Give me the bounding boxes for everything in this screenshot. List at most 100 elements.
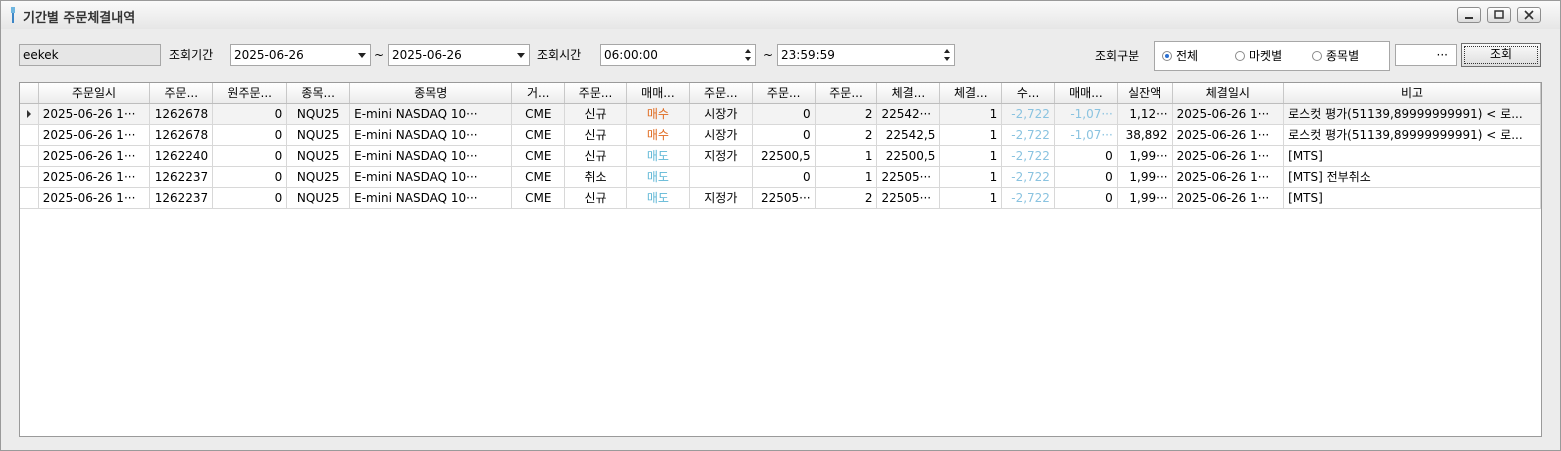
spin-up-icon[interactable] — [745, 49, 751, 53]
minimize-button[interactable] — [1457, 7, 1481, 23]
date-to-dropdown[interactable]: 2025-06-26 — [388, 44, 530, 66]
cell-fee: -2,722 — [1001, 124, 1055, 146]
table-row[interactable]: 2025-06-26 1··· 1262237 0 NQU25 E-mini N… — [20, 187, 1541, 209]
cell-order-no: 1262240 — [149, 145, 214, 167]
row-indicator — [20, 145, 39, 167]
time-to-spinner[interactable]: 23:59:59 — [777, 44, 955, 66]
chevron-down-icon — [358, 53, 366, 58]
cell-fill-qty: 1 — [939, 166, 1003, 188]
cell-fill-price: 22505··· — [876, 187, 941, 209]
cell-balance: 1,12··· — [1117, 103, 1173, 125]
cell-symbol-code: NQU25 — [286, 145, 351, 167]
table-row[interactable]: 2025-06-26 1··· 1262237 0 NQU25 E-mini N… — [20, 166, 1541, 188]
row-indicator — [20, 187, 39, 209]
table-row[interactable]: 2025-06-26 1··· 1262678 0 NQU25 E-mini N… — [20, 103, 1541, 125]
cell-symbol-name: E-mini NASDAQ 10··· — [349, 145, 513, 167]
cell-balance: 1,99··· — [1117, 166, 1173, 188]
cell-balance: 1,99··· — [1117, 145, 1173, 167]
window-title: 기간별 주문체결내역 — [23, 11, 136, 26]
order-execution-table[interactable]: 주문일시 주문... 원주문... 종목... 종목명 거... 주문... 매… — [19, 82, 1542, 437]
radio-all-label: 전체 — [1176, 49, 1199, 63]
cell-order-datetime: 2025-06-26 1··· — [38, 187, 151, 209]
cell-trade-pnl: 0 — [1054, 145, 1118, 167]
time-label: 조회시간 — [537, 48, 582, 62]
cell-order-datetime: 2025-06-26 1··· — [38, 145, 151, 167]
title-bar[interactable]: 기간별 주문체결내역 — [1, 1, 1560, 29]
time-from-spinner[interactable]: 06:00:00 — [600, 44, 756, 66]
column-header[interactable]: 주문일시 — [38, 83, 151, 104]
cell-side: 매도 — [626, 145, 690, 167]
maximize-button[interactable] — [1487, 7, 1511, 23]
column-header[interactable]: 종목명 — [349, 83, 513, 104]
cell-order-type: 신규 — [564, 187, 627, 209]
cell-fill-datetime: 2025-06-26 1··· — [1172, 145, 1285, 167]
spin-down-icon[interactable] — [944, 57, 950, 61]
cell-original-order-no: 0 — [212, 166, 288, 188]
column-header[interactable]: 주문... — [689, 83, 753, 104]
cell-fee: -2,722 — [1001, 145, 1055, 167]
cell-fill-price: 22500,5 — [876, 145, 941, 167]
cell-exchange: CME — [511, 145, 566, 167]
column-header[interactable]: 원주문... — [212, 83, 288, 104]
cell-order-price: 0 — [752, 124, 816, 146]
cell-fill-qty: 1 — [939, 145, 1003, 167]
cell-side: 매도 — [626, 187, 690, 209]
column-header[interactable]: 거... — [511, 83, 566, 104]
table-row[interactable]: 2025-06-26 1··· 1262678 0 NQU25 E-mini N… — [20, 124, 1541, 146]
column-header — [20, 83, 39, 104]
cell-order-type: 신규 — [564, 103, 627, 125]
date-tilde: ~ — [374, 48, 385, 62]
cell-balance: 38,892 — [1117, 124, 1173, 146]
column-header[interactable]: 비고 — [1283, 83, 1541, 104]
filter-bar: eekek 조회기간 2025-06-26 ~ 2025-06-26 조회시간 … — [1, 41, 1560, 71]
spin-down-icon[interactable] — [745, 57, 751, 61]
radio-all[interactable]: 전체 — [1162, 48, 1198, 64]
main-window: 기간별 주문체결내역 eekek 조회기간 2025-06-26 ~ 2025-… — [0, 0, 1561, 451]
radio-symbol[interactable]: 종목별 — [1312, 48, 1359, 64]
column-header[interactable]: 주문... — [564, 83, 627, 104]
cell-exchange: CME — [511, 103, 566, 125]
close-button[interactable] — [1517, 7, 1541, 23]
radio-unselected-icon — [1235, 50, 1245, 61]
cell-order-price: 22500,5 — [752, 145, 816, 167]
spin-up-icon[interactable] — [944, 49, 950, 53]
radio-market[interactable]: 마켓별 — [1235, 48, 1282, 64]
category-radio-group: 전체 마켓별 종목별 — [1154, 41, 1390, 71]
cell-symbol-code: NQU25 — [286, 187, 351, 209]
chevron-down-icon — [517, 53, 525, 58]
date-to-value: 2025-06-26 — [392, 48, 462, 62]
column-header[interactable]: 주문... — [149, 83, 214, 104]
cell-fee: -2,722 — [1001, 166, 1055, 188]
cell-order-price: 0 — [752, 166, 816, 188]
time-from-value: 06:00:00 — [604, 48, 658, 62]
column-header[interactable]: 매매... — [626, 83, 690, 104]
table-row[interactable]: 2025-06-26 1··· 1262240 0 NQU25 E-mini N… — [20, 145, 1541, 167]
cell-fill-price: 22542··· — [876, 103, 941, 125]
column-header[interactable]: 종목... — [286, 83, 351, 104]
cell-trade-pnl: 0 — [1054, 187, 1118, 209]
column-header[interactable]: 주문... — [752, 83, 816, 104]
search-button[interactable]: 조회 — [1461, 43, 1541, 67]
column-header[interactable]: 체결일시 — [1172, 83, 1285, 104]
cell-order-no: 1262678 — [149, 103, 214, 125]
date-from-value: 2025-06-26 — [234, 48, 304, 62]
minimize-icon — [1465, 17, 1473, 19]
cell-fill-price: 22505··· — [876, 166, 941, 188]
column-header[interactable]: 매매... — [1054, 83, 1118, 104]
cell-trade-pnl: 0 — [1054, 166, 1118, 188]
cell-symbol-code: NQU25 — [286, 124, 351, 146]
radio-selected-icon — [1162, 50, 1172, 61]
symbol-picker-button[interactable]: ··· — [1395, 44, 1457, 66]
column-header[interactable]: 체결... — [876, 83, 941, 104]
time-to-value: 23:59:59 — [781, 48, 835, 62]
column-header[interactable]: 주문... — [815, 83, 878, 104]
cell-order-qty: 2 — [815, 124, 878, 146]
date-from-dropdown[interactable]: 2025-06-26 — [230, 44, 371, 66]
cell-side: 매수 — [626, 124, 690, 146]
cell-order-no: 1262237 — [149, 166, 214, 188]
account-field[interactable]: eekek — [19, 44, 161, 66]
column-header[interactable]: 체결... — [939, 83, 1003, 104]
column-header[interactable]: 수... — [1001, 83, 1055, 104]
cell-order-no: 1262678 — [149, 124, 214, 146]
column-header[interactable]: 실잔액 — [1117, 83, 1173, 104]
